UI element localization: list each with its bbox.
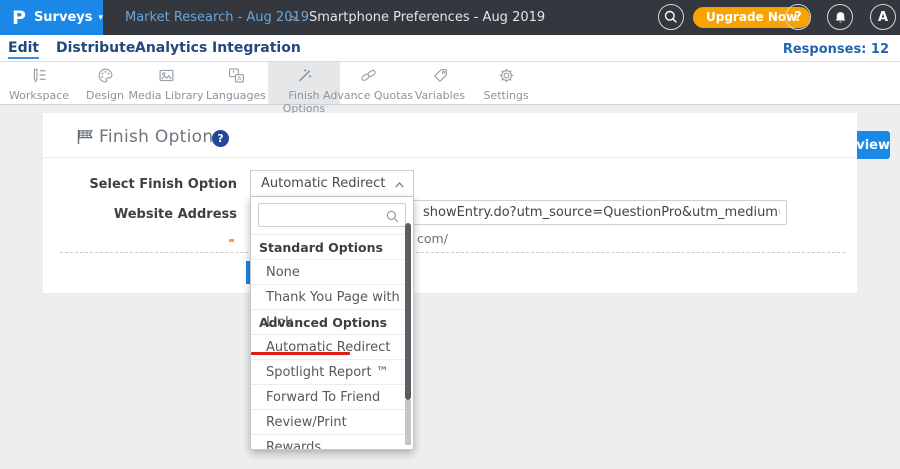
bell-icon	[833, 10, 848, 25]
translate-icon: * A	[228, 67, 245, 84]
dropdown-option-review-print[interactable]: Review/Print	[251, 409, 409, 434]
questionpro-logo: P	[12, 7, 26, 29]
breadcrumb-parent[interactable]: Market Research - Aug 2019	[125, 0, 309, 35]
help-button[interactable]: ?	[785, 4, 811, 30]
toolbar-item-settings[interactable]: Settings	[475, 62, 537, 104]
toolbar-item-media-library[interactable]: Media Library	[122, 62, 210, 104]
responses-count[interactable]: Responses: 12	[783, 42, 889, 57]
dropdown-search-input[interactable]	[259, 205, 405, 227]
tab-distribute[interactable]: Distribute	[56, 40, 135, 56]
dropdown-options-list: Standard Options None Thank You Page wit…	[251, 234, 409, 450]
dropdown-option-none[interactable]: None	[251, 259, 409, 284]
page-title: Finish Options	[99, 127, 223, 147]
dropdown-option-rewards[interactable]: Rewards	[251, 434, 409, 450]
toolbar-item-advance-quotas[interactable]: Advance Quotas	[322, 62, 414, 104]
helper-text: com/	[417, 231, 448, 246]
tab-analytics[interactable]: Analytics	[135, 40, 207, 56]
breadcrumb-separator-icon: >	[288, 0, 298, 35]
dropdown-option-spotlight-report[interactable]: Spotlight Report ™	[251, 359, 409, 384]
dropdown-search-field	[258, 203, 406, 227]
page-help-icon[interactable]: ?	[212, 130, 229, 147]
survey-nav: Edit Distribute Analytics Integration Re…	[0, 35, 900, 62]
search-button[interactable]	[658, 4, 684, 30]
workspace-icon	[31, 67, 48, 84]
search-icon	[385, 209, 400, 224]
chevron-up-icon	[393, 179, 406, 191]
palette-icon	[97, 67, 114, 84]
toolbar-item-variables[interactable]: Variables	[410, 62, 470, 104]
avatar[interactable]: A	[870, 4, 896, 30]
breadcrumb-current: Smartphone Preferences - Aug 2019	[309, 0, 545, 35]
image-icon	[158, 67, 175, 84]
finish-option-select[interactable]: Automatic Redirect	[250, 170, 414, 197]
dropdown-group-advanced-options: Advanced Options	[251, 309, 409, 334]
notifications-button[interactable]	[827, 4, 853, 30]
dropdown-group-standard-options: Standard Options	[251, 234, 409, 259]
form-divider	[60, 252, 845, 253]
dropdown-scrollbar-thumb[interactable]	[405, 223, 411, 400]
caret-down-icon: ▾	[98, 13, 103, 23]
tab-integration[interactable]: Integration	[212, 40, 301, 56]
top-bar: P Surveys ▾ Market Research - Aug 2019 >…	[0, 0, 900, 35]
search-icon	[663, 9, 679, 25]
helper-text-fragment	[229, 239, 234, 242]
gear-icon	[498, 67, 515, 84]
product-switcher[interactable]: P Surveys ▾	[0, 0, 103, 35]
magic-wand-icon	[296, 67, 313, 84]
tag-icon	[432, 67, 449, 84]
toolbar-item-workspace[interactable]: Workspace	[3, 62, 75, 104]
finish-option-selected-value: Automatic Redirect	[261, 176, 385, 191]
select-finish-option-label: Select Finish Option	[43, 177, 237, 192]
dropdown-option-forward-to-friend[interactable]: Forward To Friend	[251, 384, 409, 409]
finish-option-dropdown: Standard Options None Thank You Page wit…	[250, 197, 414, 450]
dropdown-scrollbar-track[interactable]	[405, 400, 411, 445]
edit-toolbar: Workspace Design Media Library * A Langu…	[0, 62, 900, 105]
chain-link-icon	[360, 67, 377, 84]
tab-edit[interactable]: Edit	[8, 40, 39, 59]
toolbar-item-languages[interactable]: * A Languages	[205, 62, 267, 104]
product-label: Surveys	[34, 10, 93, 25]
title-divider	[43, 157, 857, 158]
website-address-label: Website Address	[43, 207, 237, 222]
annotation-underline-automatic-redirect	[251, 352, 350, 355]
flag-icon	[76, 129, 94, 145]
dropdown-option-automatic-redirect[interactable]: Automatic Redirect	[251, 334, 409, 359]
dropdown-option-thank-you-page-with-link[interactable]: Thank You Page with Link	[251, 284, 409, 309]
